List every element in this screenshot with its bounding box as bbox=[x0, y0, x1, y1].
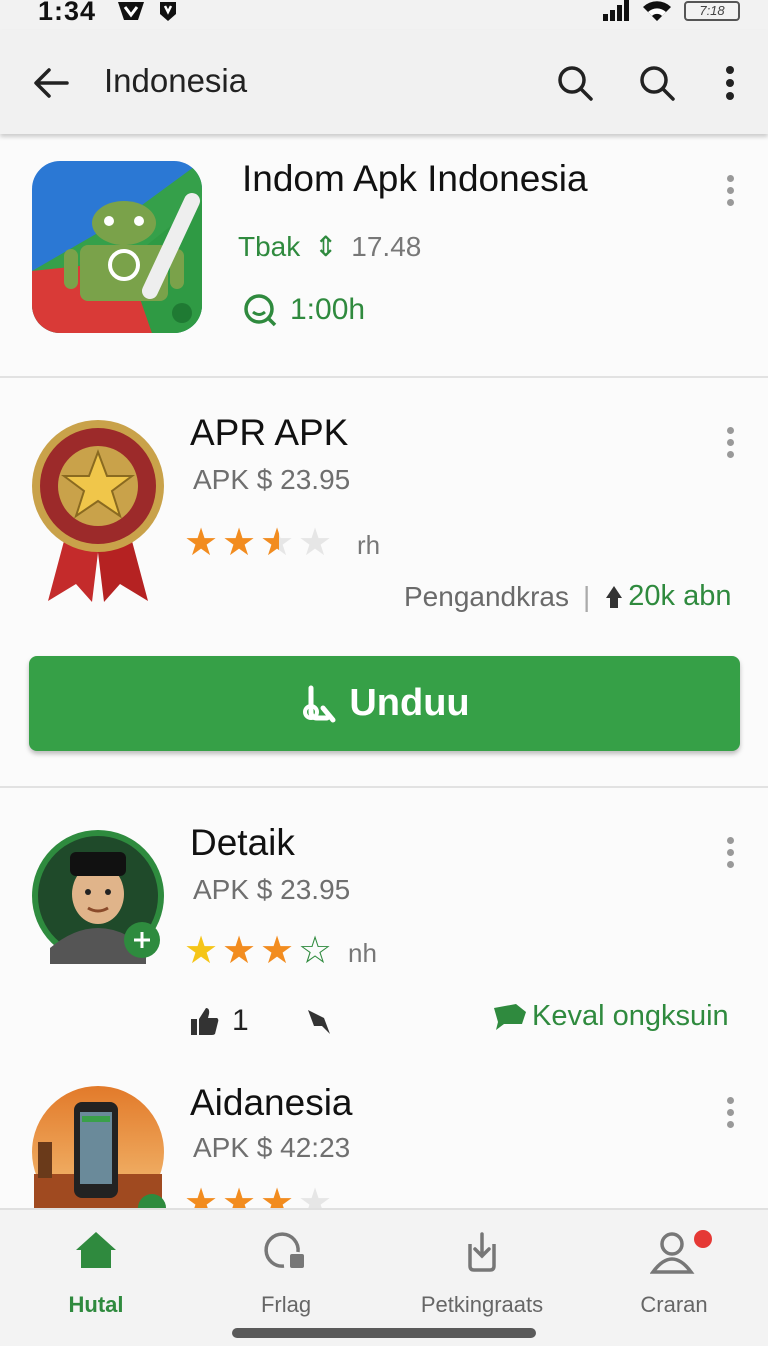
back-button[interactable] bbox=[28, 60, 74, 106]
rating-suffix: rh bbox=[357, 530, 381, 560]
nav-item-home[interactable]: Hutal bbox=[6, 1228, 186, 1328]
feature-text: Keval ongksuin bbox=[532, 1000, 729, 1032]
publisher-row: Pengandkras | 20k abn bbox=[404, 580, 732, 613]
download-icon bbox=[303, 685, 336, 722]
profile-icon bbox=[649, 1232, 695, 1274]
wifi-icon bbox=[642, 0, 672, 27]
overflow-menu-button[interactable] bbox=[712, 60, 748, 106]
star-icon: ★ bbox=[222, 1182, 257, 1208]
download-button-label: Unduu bbox=[349, 682, 470, 724]
star-icon: ★ bbox=[184, 522, 219, 564]
star-icon: ★ bbox=[260, 930, 295, 972]
app-title: Indom Apk Indonesia bbox=[242, 158, 588, 199]
app-thumbnail bbox=[30, 1084, 166, 1208]
notification-icon bbox=[156, 0, 180, 27]
like-count: 1 bbox=[232, 1004, 249, 1037]
app-card[interactable]: Detaik APK $ 23.95 ★ ★ ★ ☆ nh 1 Keval on… bbox=[0, 788, 768, 1068]
app-title: Detaik bbox=[190, 822, 295, 863]
home-indicator[interactable] bbox=[232, 1328, 536, 1338]
price-text: APK $ 42:23 bbox=[193, 1132, 351, 1163]
meta-row: Tbak ⇕ 17.48 bbox=[238, 230, 421, 263]
reply-icon bbox=[308, 1010, 330, 1034]
app-title: Aidanesia bbox=[190, 1082, 353, 1123]
star-half-fill: ★ bbox=[260, 524, 279, 562]
nav-label: Craran bbox=[640, 1292, 708, 1317]
notification-badge bbox=[694, 1230, 712, 1248]
avatar bbox=[30, 828, 166, 964]
shield-icon bbox=[116, 0, 146, 27]
nav-label: Hutal bbox=[68, 1292, 124, 1317]
chat-icon bbox=[264, 1232, 304, 1268]
rating-suffix: nh bbox=[348, 938, 377, 968]
item-menu-button[interactable] bbox=[718, 1092, 742, 1136]
nav-item-chat[interactable]: Frlag bbox=[196, 1228, 376, 1328]
star-empty-icon: ★ bbox=[298, 522, 333, 564]
like-button[interactable]: 1 bbox=[188, 1004, 249, 1038]
star-icon: ★ bbox=[184, 1182, 219, 1208]
publisher-name: Pengandkras bbox=[404, 580, 570, 612]
more-vert-icon bbox=[726, 66, 734, 100]
duration-text: 1:00h bbox=[290, 293, 366, 326]
meta-value: 17.48 bbox=[351, 231, 422, 262]
share-button[interactable] bbox=[304, 1004, 332, 1041]
star-icon: ★ bbox=[222, 930, 257, 972]
price-text: APK $ 23.95 bbox=[193, 464, 351, 495]
star-outline-icon: ☆ bbox=[298, 930, 333, 972]
app-icon bbox=[32, 161, 202, 333]
thumbs-up-icon bbox=[191, 1008, 219, 1035]
feature-row: Keval ongksuin bbox=[492, 1000, 729, 1033]
app-card[interactable]: Indom Apk Indonesia Tbak ⇕ 17.48 1:00h bbox=[0, 136, 768, 376]
truck-icon bbox=[494, 1003, 526, 1030]
home-icon bbox=[76, 1232, 116, 1268]
signal-icon bbox=[602, 0, 630, 27]
star-empty-icon: ★ bbox=[298, 1182, 333, 1208]
status-time: 1:34 bbox=[38, 0, 97, 26]
back-arrow-icon bbox=[34, 68, 69, 98]
search-icon bbox=[640, 66, 675, 101]
search-icon bbox=[558, 66, 593, 101]
star-icon: ★ bbox=[222, 522, 257, 564]
battery-indicator: 7:18 bbox=[684, 1, 740, 21]
download-count: 20k abn bbox=[628, 580, 732, 612]
nav-label: Petkingraats bbox=[420, 1292, 544, 1317]
app-bar: Indonesia bbox=[0, 30, 768, 134]
nav-label: Frlag bbox=[260, 1292, 312, 1317]
transfer-icon: ⇕ bbox=[314, 231, 338, 262]
meta-label: Tbak bbox=[238, 231, 301, 262]
nav-item-profile[interactable]: Craran bbox=[584, 1228, 764, 1328]
star-icon: ★ bbox=[260, 1182, 295, 1208]
status-bar: 1:34 7:18 bbox=[0, 0, 768, 30]
star-icon: ★ bbox=[184, 930, 219, 972]
bottom-navigation: Hutal Frlag Petkingraats Craran bbox=[0, 1208, 768, 1346]
rating-stars: ★ ★ ★ ★ bbox=[184, 1184, 344, 1208]
search-button[interactable] bbox=[552, 60, 598, 106]
rating-stars: ★ ★ ★ ☆ bbox=[184, 932, 344, 972]
divider-bar: | bbox=[583, 580, 591, 612]
download-icon bbox=[468, 1232, 496, 1272]
price-text: APK $ 23.95 bbox=[193, 874, 351, 905]
rating-stars: ★ ★ ★ ★ ★ bbox=[184, 524, 354, 564]
duration-row: 1:00h bbox=[242, 292, 365, 328]
app-card[interactable]: Aidanesia APK $ 42:23 ★ ★ ★ ★ bbox=[0, 1068, 768, 1208]
download-button[interactable]: Unduu bbox=[29, 656, 740, 751]
search-button-2[interactable] bbox=[634, 60, 680, 106]
page-title: Indonesia bbox=[104, 62, 248, 99]
app-title: APR APK bbox=[190, 412, 349, 453]
nav-item-downloads[interactable]: Petkingraats bbox=[392, 1228, 572, 1328]
award-badge-icon bbox=[28, 416, 168, 606]
clock-icon bbox=[244, 294, 277, 327]
item-menu-button[interactable] bbox=[718, 170, 742, 214]
item-menu-button[interactable] bbox=[718, 832, 742, 876]
download-count-icon bbox=[606, 585, 623, 608]
item-menu-button[interactable] bbox=[718, 422, 742, 466]
